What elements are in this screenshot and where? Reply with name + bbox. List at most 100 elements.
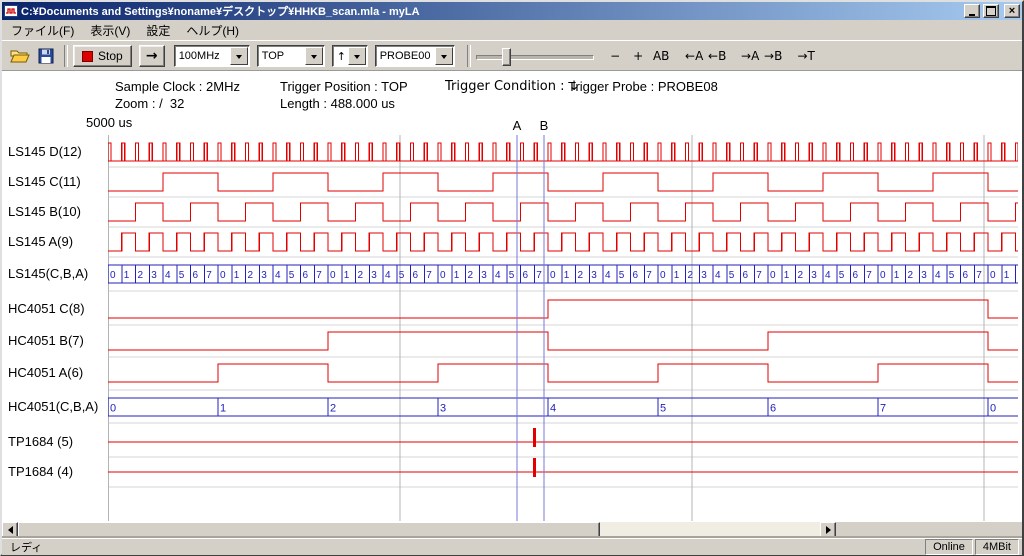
svg-text:6: 6 [413,270,419,281]
scroll-right-button[interactable] [820,522,836,538]
svg-text:6: 6 [743,270,749,281]
svg-text:7: 7 [756,270,762,281]
svg-text:0: 0 [440,270,446,281]
trigger-position-value: TOP [258,50,305,62]
svg-text:2: 2 [468,270,474,281]
svg-text:5: 5 [509,270,515,281]
svg-text:4: 4 [825,270,831,281]
scroll-left-button[interactable] [2,522,18,538]
svg-text:7: 7 [536,270,542,281]
svg-text:6: 6 [770,402,776,414]
chevron-down-icon[interactable] [305,47,323,65]
toolbar: Stop → 100MHz TOP ↑ PROBE00 −+AB ←A←B →A→B… [2,40,1022,71]
sample-clock-select[interactable]: 100MHz [174,45,250,67]
trigger-condition-text: Trigger Condition : ↓ [445,79,580,94]
svg-text:3: 3 [591,270,597,281]
title-bar[interactable]: C:¥Documents and Settings¥noname¥デスクトップ¥… [2,2,1022,20]
svg-text:3: 3 [371,270,377,281]
svg-text:7: 7 [426,270,432,281]
menu-settings[interactable]: 設定 [138,20,178,41]
close-button[interactable]: × [1004,4,1020,18]
goto-trigger-button[interactable]: →T [795,45,818,67]
waveform-hc4051-b-7 [108,332,1018,350]
zoom-slider[interactable] [476,45,594,67]
floppy-disk-icon [38,48,54,64]
horizontal-scrollbar[interactable] [2,522,836,538]
scrollbar-filler [836,522,1022,538]
menu-view[interactable]: 表示(V) [82,20,138,41]
svg-text:4: 4 [605,270,611,281]
trigger-edge-select[interactable]: ↑ [332,45,368,67]
arrow-right-icon [826,526,835,534]
maximize-button[interactable] [983,4,999,18]
svg-text:2: 2 [798,270,804,281]
waveform-client: Sample Clock : 2MHz Zoom : / 32 Trigger … [2,70,1022,523]
app-icon [4,4,18,18]
svg-text:4: 4 [715,270,721,281]
svg-text:6: 6 [963,270,969,281]
svg-text:1: 1 [674,270,680,281]
svg-text:4: 4 [495,270,501,281]
svg-text:0: 0 [110,402,116,414]
trigger-position-select[interactable]: TOP [257,45,325,67]
marker-a-label[interactable]: A [511,118,523,133]
svg-text:2: 2 [358,270,364,281]
channel-label: LS145 A(9) [8,234,73,250]
chevron-down-icon[interactable] [435,47,453,65]
zoom-in-button[interactable]: + [627,45,650,67]
length-text: Length : 488.000 us [280,96,395,111]
svg-text:1: 1 [454,270,460,281]
marker-b-label[interactable]: B [538,118,550,133]
app-window: C:¥Documents and Settings¥noname¥デスクトップ¥… [0,0,1024,556]
sample-clock-text: Sample Clock : 2MHz [115,79,240,94]
menu-bar: ファイル(F)表示(V)設定ヘルプ(H) [2,20,1022,40]
cursor-markers[interactable] [517,135,544,521]
channel-label: HC4051(C,B,A) [8,399,98,415]
svg-text:6: 6 [303,270,309,281]
next-b-button[interactable]: →B [762,45,785,67]
toolbar-nav-group: −+AB [604,45,673,67]
prev-a-button[interactable]: ←A [683,45,706,67]
svg-text:3: 3 [261,270,267,281]
svg-text:2: 2 [138,270,144,281]
svg-text:0: 0 [550,270,556,281]
svg-text:0: 0 [330,270,336,281]
menu-file[interactable]: ファイル(F) [3,20,82,41]
minimize-button[interactable] [964,4,980,18]
svg-text:0: 0 [990,402,996,414]
open-folder-icon [10,48,30,64]
svg-text:5: 5 [949,270,955,281]
open-button[interactable] [7,44,33,68]
menu-help[interactable]: ヘルプ(H) [178,20,247,41]
run-button[interactable]: → [139,45,165,67]
zoom-out-button[interactable]: − [604,45,627,67]
svg-text:7: 7 [976,270,982,281]
stop-button[interactable]: Stop [73,45,132,67]
toolbar-nav-group: ←A←B [683,45,729,67]
waveform-hc4051-a-6 [108,364,1018,382]
scrollbar-track[interactable] [18,522,820,538]
toolbar-separator [64,45,68,67]
svg-text:5: 5 [660,402,666,414]
arrow-left-icon [4,526,13,534]
svg-text:2: 2 [248,270,254,281]
trigger-probe-select[interactable]: PROBE00 [375,45,455,67]
chevron-down-icon[interactable] [348,47,366,65]
svg-text:0: 0 [770,270,776,281]
minimize-icon [969,14,975,16]
svg-text:1: 1 [220,402,226,414]
chevron-down-icon[interactable] [230,47,248,65]
next-a-button[interactable]: →A [739,45,762,67]
svg-text:5: 5 [179,270,185,281]
svg-text:2: 2 [688,270,694,281]
waveform-plot[interactable]: 0123456701234567012345670123456701234567… [108,135,1018,521]
svg-text:5: 5 [729,270,735,281]
toolbar-nav-group: →T [795,45,818,67]
svg-text:6: 6 [523,270,529,281]
ab-button[interactable]: AB [650,45,673,67]
channel-label: HC4051 B(7) [8,333,84,349]
zoom-slider-thumb[interactable] [502,48,511,66]
save-button[interactable] [33,44,59,68]
prev-b-button[interactable]: ←B [706,45,729,67]
svg-text:6: 6 [193,270,199,281]
